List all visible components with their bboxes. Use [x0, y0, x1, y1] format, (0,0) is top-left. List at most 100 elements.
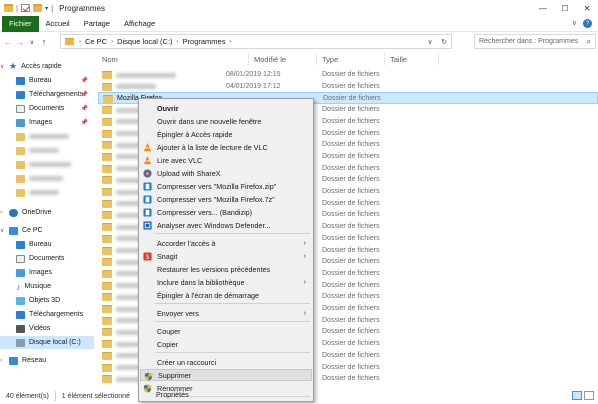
nav-pc-bureau[interactable]: Bureau	[0, 238, 94, 251]
menu-item-open-new-window[interactable]: Ouvrir dans une nouvelle fenêtre	[140, 115, 312, 127]
nav-pc-telechargements[interactable]: Téléchargements	[0, 308, 94, 321]
column-header-size[interactable]: Taille	[390, 51, 407, 67]
file-type: Dossier de fichiers	[322, 293, 380, 301]
column-header-modified[interactable]: Modifié le	[254, 51, 286, 67]
nav-label: Vidéos	[29, 325, 51, 332]
breadcrumb-separator[interactable]: ›	[111, 39, 113, 45]
menu-item-give-access[interactable]: Accorder l'accès à ›	[140, 237, 312, 249]
breadcrumb-separator[interactable]: ›	[229, 39, 231, 45]
nav-pc-images[interactable]: Images	[0, 266, 94, 279]
up-arrow-icon[interactable]: ↑	[38, 37, 50, 47]
table-row[interactable]: 08/01/2019 12:15 Dossier de fichiers	[98, 69, 598, 81]
menu-item-pin-quick-access[interactable]: Épingler à Accès rapide	[140, 128, 312, 140]
menu-item-delete[interactable]: Supprimer	[140, 369, 312, 381]
refresh-icon[interactable]: ↻	[437, 38, 451, 46]
menu-item-include-library[interactable]: Inclure dans la bibliothèque ›	[140, 276, 312, 288]
help-icon[interactable]: ?	[583, 19, 592, 28]
nav-pc-objets3d[interactable]: Objets 3D	[0, 294, 94, 307]
menu-item-create-shortcut[interactable]: Créer un raccourci	[140, 356, 312, 368]
tab-accueil[interactable]: Accueil	[39, 16, 77, 32]
menu-item-cut[interactable]: Couper	[140, 325, 312, 337]
nav-pc-musique[interactable]: ♪ Musique	[0, 280, 94, 293]
menu-item-copy[interactable]: Copier	[140, 338, 312, 350]
window-title: Programmes	[59, 3, 105, 13]
file-type: Dossier de fichiers	[322, 82, 380, 90]
menu-item-send-to[interactable]: Envoyer vers ›	[140, 307, 312, 319]
folder-icon	[102, 176, 112, 185]
menu-item-compress-7z[interactable]: Compresser vers "Mozilla Firefox.7z"	[140, 193, 312, 205]
properties-icon[interactable]	[21, 4, 31, 12]
expand-ribbon-icon[interactable]: ∨	[572, 19, 577, 28]
breadcrumb-separator[interactable]: ›	[177, 39, 179, 45]
recent-locations-icon[interactable]: ∨	[26, 39, 38, 46]
close-button[interactable]: ✕	[576, 0, 598, 16]
chevron-right-icon[interactable]: ›	[0, 358, 7, 364]
chevron-down-icon[interactable]: ∨	[0, 63, 7, 70]
menu-item-pin-start[interactable]: Épingler à l'écran de démarrage	[140, 289, 312, 301]
folder-icon	[102, 363, 112, 372]
column-divider[interactable]	[384, 53, 385, 65]
menu-item-vlc-play[interactable]: Lire avec VLC	[140, 154, 312, 166]
nav-onedrive[interactable]: › OneDrive	[0, 206, 94, 219]
tab-affichage[interactable]: Affichage	[117, 16, 162, 32]
address-dropdown-icon[interactable]: ∨	[423, 38, 437, 46]
menu-label: Accorder l'accès à	[157, 238, 216, 248]
nav-pc-disque-local[interactable]: Disque local (C:)	[0, 336, 94, 349]
column-divider[interactable]	[248, 53, 249, 65]
large-icons-view-icon[interactable]	[584, 391, 594, 400]
column-header-type[interactable]: Type	[322, 51, 338, 67]
nav-quick-access[interactable]: ∨ ★ Accès rapide	[0, 60, 94, 73]
nav-blurred-item[interactable]	[0, 144, 94, 157]
nav-label: Bureau	[29, 241, 52, 248]
column-header-name[interactable]: Nom	[102, 51, 118, 67]
nav-images[interactable]: Images 📌	[0, 116, 94, 129]
menu-item-restore-versions[interactable]: Restaurer les versions précédentes	[140, 263, 312, 275]
nav-pc-videos[interactable]: Vidéos	[0, 322, 94, 335]
column-divider[interactable]	[438, 53, 439, 65]
nav-blurred-item[interactable]	[0, 158, 94, 171]
menu-item-compress-bandizip[interactable]: Compresser vers... (Bandizip)	[140, 206, 312, 218]
chevron-down-icon[interactable]: ∨	[0, 227, 7, 234]
folder-icon	[102, 71, 112, 79]
maximize-button[interactable]: ☐	[554, 0, 576, 16]
menu-item-sharex[interactable]: Upload with ShareX	[140, 167, 312, 179]
column-divider[interactable]	[316, 53, 317, 65]
folder-icon	[102, 211, 112, 220]
file-type: Dossier de fichiers	[322, 223, 380, 231]
chevron-right-icon[interactable]: ›	[0, 210, 7, 216]
tab-fichier[interactable]: Fichier	[2, 15, 39, 32]
nav-documents[interactable]: Documents 📌	[0, 102, 94, 115]
nav-reseau[interactable]: › Réseau	[0, 354, 94, 367]
table-row[interactable]: 04/01/2019 17:12 Dossier de fichiers	[98, 81, 598, 93]
search-input[interactable]: Rechercher dans : Programmes ⌕	[474, 34, 596, 49]
breadcrumb-programmes[interactable]: Programmes	[183, 37, 226, 46]
nav-blurred-item[interactable]	[0, 130, 94, 143]
blurred-label	[29, 190, 59, 195]
forward-arrow-icon[interactable]: →	[14, 37, 26, 47]
breadcrumb-separator[interactable]: ›	[79, 39, 81, 45]
breadcrumb-ce-pc[interactable]: Ce PC	[85, 37, 107, 46]
details-view-icon[interactable]	[572, 391, 582, 400]
file-type: Dossier de fichiers	[322, 269, 380, 277]
menu-item-open[interactable]: Ouvrir	[140, 102, 312, 114]
address-bar[interactable]: › Ce PC › Disque local (C:) › Programmes…	[60, 34, 452, 49]
menu-item-vlc-add[interactable]: Ajouter à la liste de lecture de VLC	[140, 141, 312, 153]
nav-pc-documents[interactable]: Documents	[0, 252, 94, 265]
nav-bureau[interactable]: Bureau 📌	[0, 74, 94, 87]
nav-blurred-item[interactable]	[0, 186, 94, 199]
menu-item-compress-zip[interactable]: Compresser vers "Mozilla Firefox.zip"	[140, 180, 312, 192]
menu-item-defender[interactable]: Analyser avec Windows Defender...	[140, 219, 312, 231]
minimize-button[interactable]: —	[532, 0, 554, 16]
back-arrow-icon[interactable]: ←	[2, 37, 14, 47]
nav-blurred-item[interactable]	[0, 172, 94, 185]
tab-partage[interactable]: Partage	[77, 16, 117, 32]
menu-item-snagit[interactable]: S Snagit ›	[140, 250, 312, 262]
breadcrumb-disque-local[interactable]: Disque local (C:)	[117, 37, 172, 46]
menu-label: Compresser vers... (Bandizip)	[157, 207, 253, 217]
new-folder-icon[interactable]	[33, 4, 43, 12]
blurred-label	[29, 134, 69, 139]
nav-telechargements[interactable]: Téléchargements 📌	[0, 88, 94, 101]
nav-ce-pc[interactable]: ∨ Ce PC	[0, 224, 94, 237]
bandizip-icon	[143, 195, 152, 204]
customize-toolbar-arrow-icon[interactable]: ▾	[45, 5, 48, 12]
